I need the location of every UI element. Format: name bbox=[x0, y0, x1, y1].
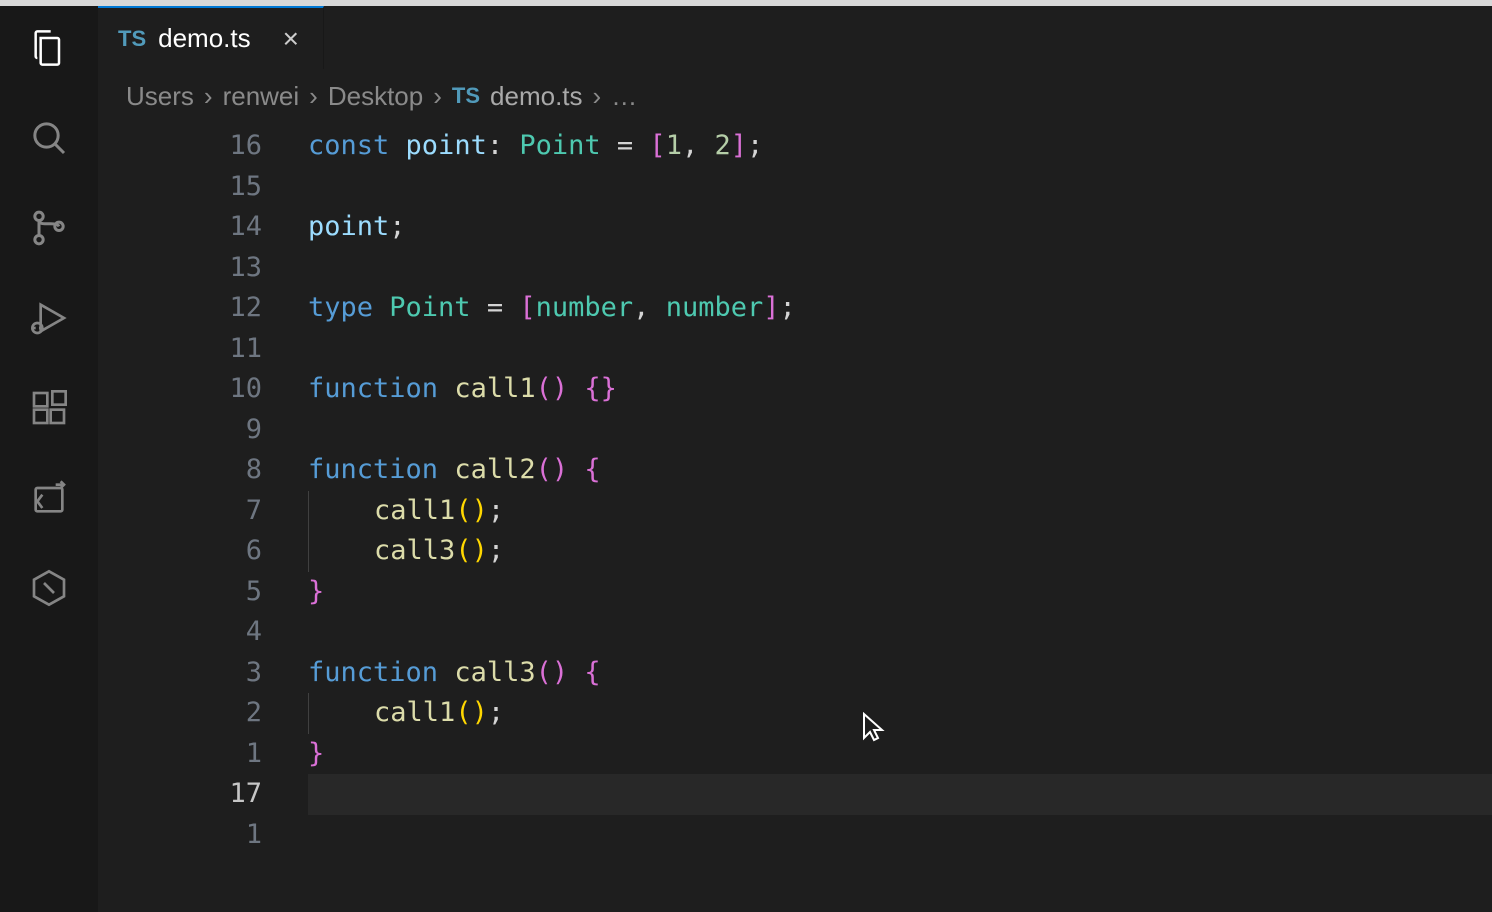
hexagon-icon[interactable] bbox=[25, 564, 73, 612]
line-number: 12 bbox=[98, 288, 308, 329]
typescript-icon: TS bbox=[452, 83, 480, 109]
line-number: 16 bbox=[98, 126, 308, 167]
breadcrumb-segment[interactable]: Users bbox=[126, 81, 194, 112]
search-icon[interactable] bbox=[25, 114, 73, 162]
code-line[interactable]: } bbox=[308, 734, 1492, 775]
close-icon[interactable]: × bbox=[283, 23, 299, 55]
line-number: 11 bbox=[98, 329, 308, 370]
source-control-icon[interactable] bbox=[25, 204, 73, 252]
line-number: 8 bbox=[98, 450, 308, 491]
line-number: 17 bbox=[98, 774, 308, 815]
breadcrumbs[interactable]: Users › renwei › Desktop › TS demo.ts › … bbox=[98, 70, 1492, 122]
code-line[interactable] bbox=[308, 410, 1492, 451]
tabs-bar: TS demo.ts × bbox=[98, 6, 1492, 70]
activity-bar bbox=[0, 6, 98, 912]
line-number: 2 bbox=[98, 693, 308, 734]
chevron-right-icon: › bbox=[433, 81, 442, 112]
code-line[interactable]: type Point = [number, number]; bbox=[308, 288, 1492, 329]
code-line[interactable]: function call3() { bbox=[308, 653, 1492, 694]
line-number: 4 bbox=[98, 612, 308, 653]
code-line[interactable] bbox=[308, 774, 1492, 815]
chevron-right-icon: › bbox=[593, 81, 602, 112]
line-number: 9 bbox=[98, 410, 308, 451]
code-line[interactable]: const point: Point = [1, 2]; bbox=[308, 126, 1492, 167]
run-debug-icon[interactable] bbox=[25, 294, 73, 342]
typescript-icon: TS bbox=[118, 26, 146, 52]
explorer-icon[interactable] bbox=[25, 24, 73, 72]
breadcrumb-segment[interactable]: renwei bbox=[223, 81, 300, 112]
code-line[interactable]: call3(); bbox=[308, 531, 1492, 572]
code-editor[interactable]: 16151413121110987654321171 const point: … bbox=[98, 122, 1492, 912]
code-line[interactable]: function call2() { bbox=[308, 450, 1492, 491]
chevron-right-icon: › bbox=[204, 81, 213, 112]
line-number: 5 bbox=[98, 572, 308, 613]
code-line[interactable] bbox=[308, 329, 1492, 370]
code-line[interactable]: call1(); bbox=[308, 693, 1492, 734]
line-number-gutter: 16151413121110987654321171 bbox=[98, 126, 308, 912]
editor-tab[interactable]: TS demo.ts × bbox=[98, 6, 324, 69]
titlebar-strip bbox=[0, 0, 1492, 6]
line-number: 7 bbox=[98, 491, 308, 532]
line-number: 15 bbox=[98, 167, 308, 208]
code-line[interactable] bbox=[308, 248, 1492, 289]
line-number: 13 bbox=[98, 248, 308, 289]
remote-icon[interactable] bbox=[25, 474, 73, 522]
code-line[interactable] bbox=[308, 612, 1492, 653]
code-line[interactable]: call1(); bbox=[308, 491, 1492, 532]
code-line[interactable]: } bbox=[308, 572, 1492, 613]
code-line[interactable]: function call1() {} bbox=[308, 369, 1492, 410]
line-number: 1 bbox=[98, 815, 308, 856]
line-number: 1 bbox=[98, 734, 308, 775]
extensions-icon[interactable] bbox=[25, 384, 73, 432]
main-area: TS demo.ts × Users › renwei › Desktop › … bbox=[98, 6, 1492, 912]
breadcrumb-segment[interactable]: Desktop bbox=[328, 81, 423, 112]
line-number: 6 bbox=[98, 531, 308, 572]
line-number: 10 bbox=[98, 369, 308, 410]
code-line[interactable] bbox=[308, 167, 1492, 208]
tab-filename: demo.ts bbox=[158, 23, 251, 54]
code-content[interactable]: const point: Point = [1, 2]; point; type… bbox=[308, 126, 1492, 912]
code-line[interactable]: point; bbox=[308, 207, 1492, 248]
breadcrumb-suffix: … bbox=[611, 81, 637, 112]
breadcrumb-file[interactable]: demo.ts bbox=[490, 81, 583, 112]
line-number: 3 bbox=[98, 653, 308, 694]
line-number: 14 bbox=[98, 207, 308, 248]
chevron-right-icon: › bbox=[309, 81, 318, 112]
code-line[interactable] bbox=[308, 815, 1492, 856]
